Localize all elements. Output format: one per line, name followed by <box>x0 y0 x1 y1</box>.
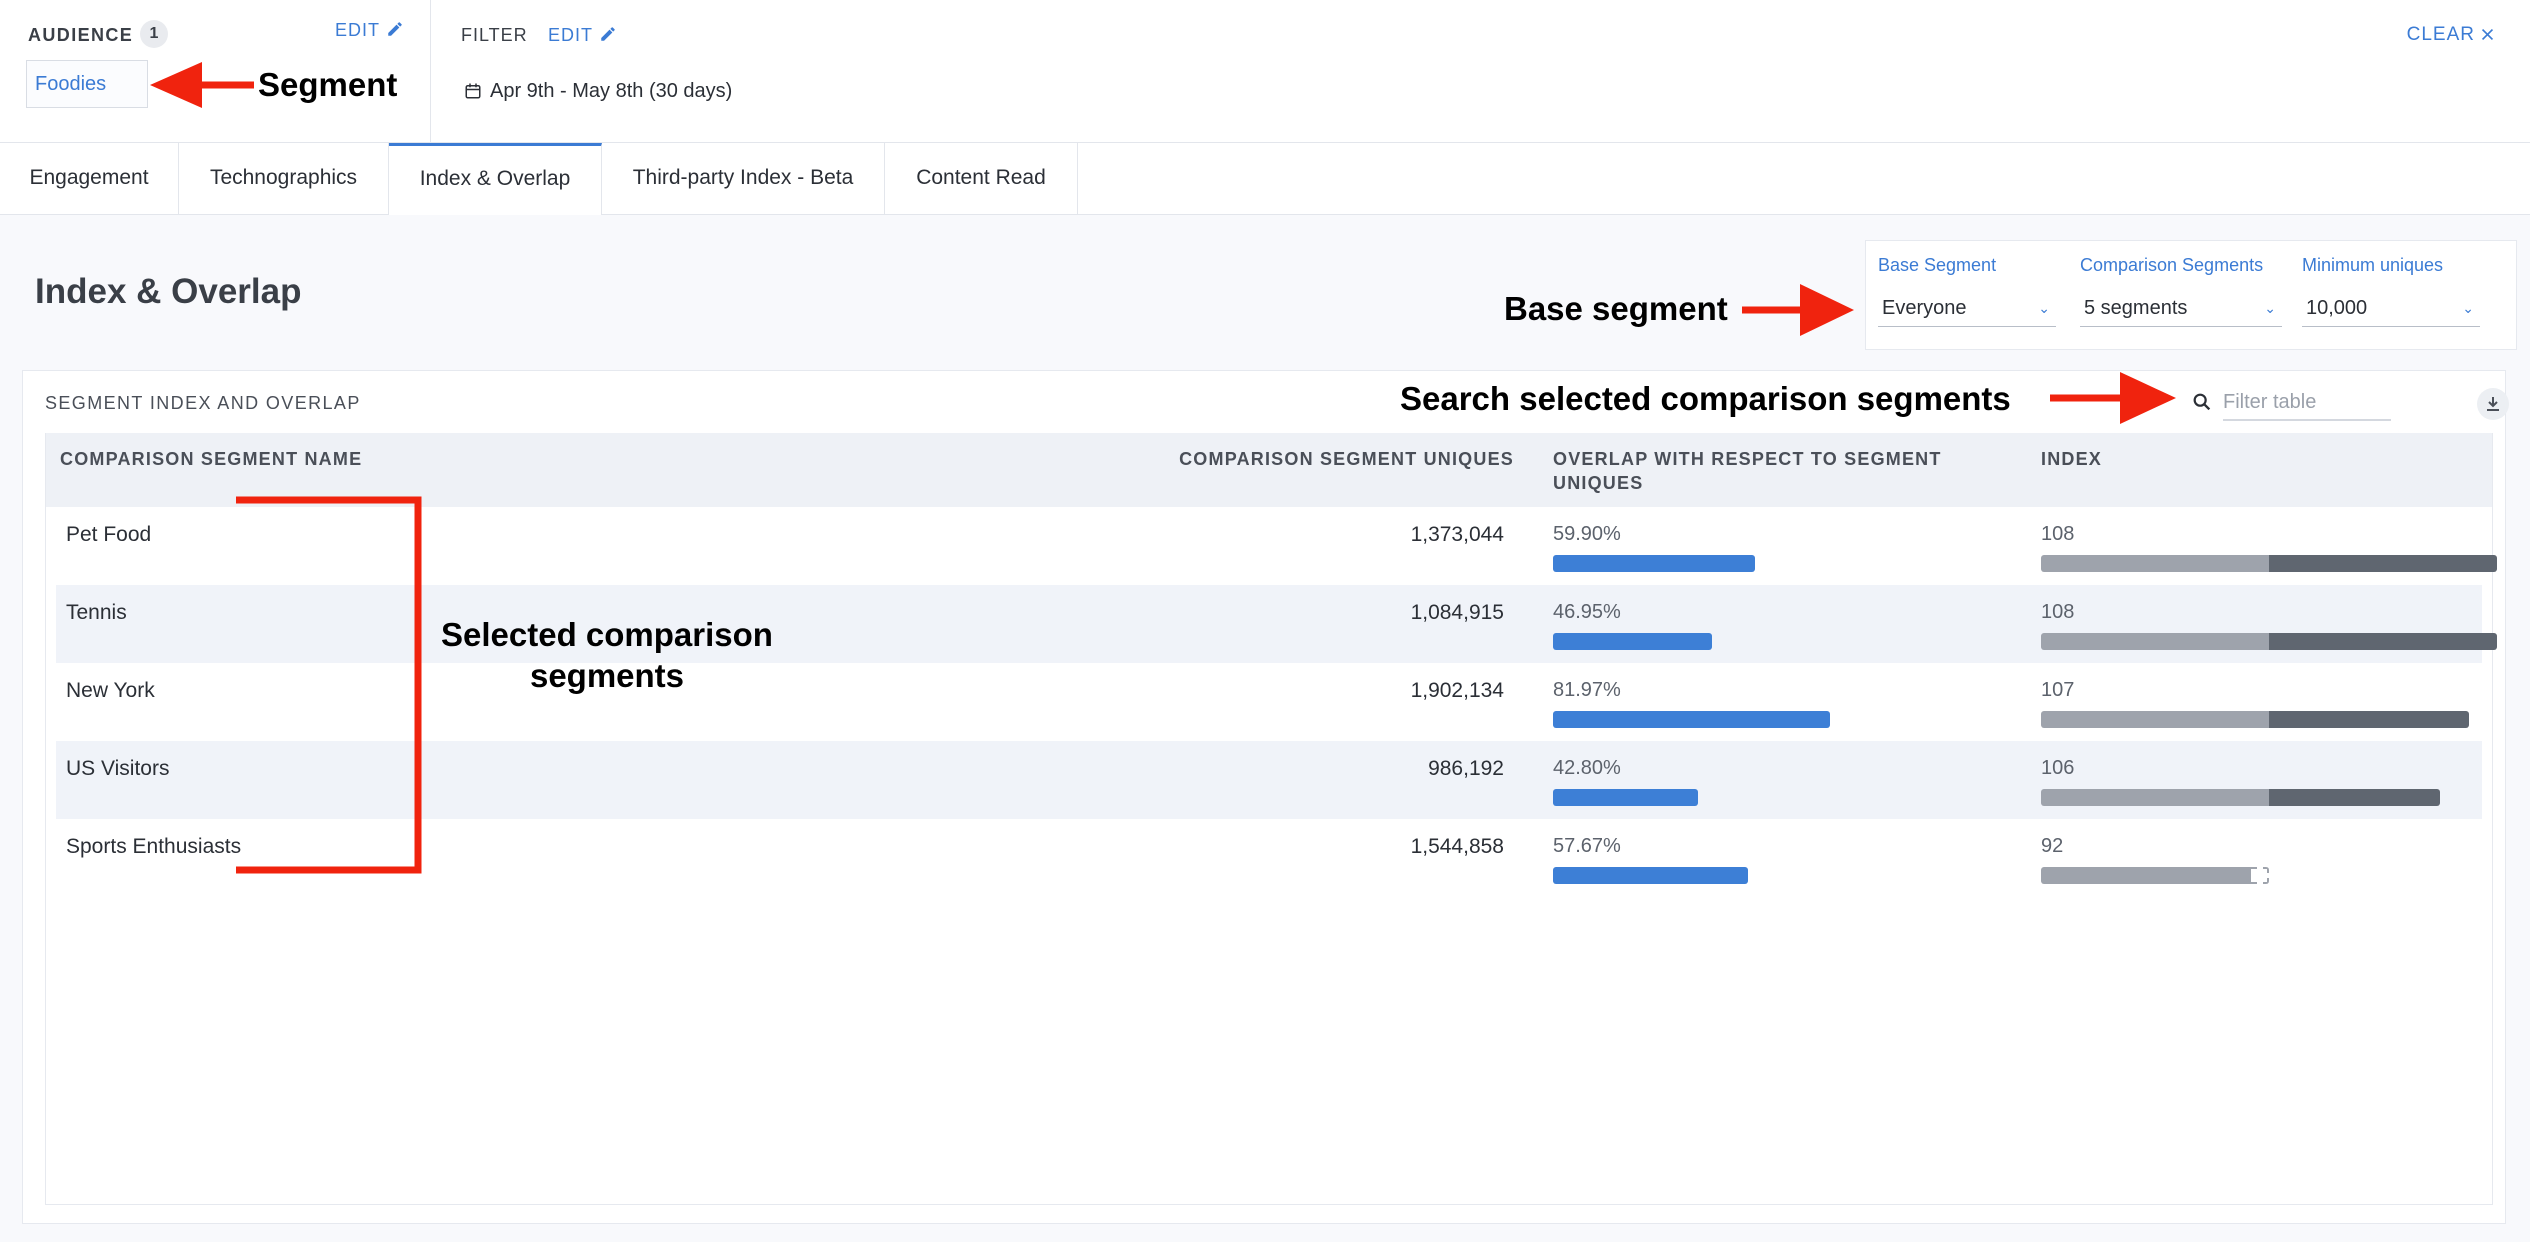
comparison-segments-select[interactable]: 5 segments ⌄ <box>2080 291 2282 327</box>
segment-controls: Base Segment Everyone ⌄ Comparison Segme… <box>1865 240 2517 350</box>
overlap-percent: 59.90% <box>1553 523 1621 545</box>
selected-segments-annotation-line1: Selected comparison <box>441 616 773 653</box>
edit-filter-button[interactable]: EDIT <box>548 25 617 46</box>
edit-audience-button[interactable]: EDIT <box>335 20 404 41</box>
segment-annotation-arrow <box>150 62 254 108</box>
divider <box>430 0 431 142</box>
segment-name: Sports Enthusiasts <box>66 835 242 858</box>
index-value: 92 <box>2041 835 2064 857</box>
chevron-down-icon: ⌄ <box>2264 300 2276 316</box>
index-bar <box>2041 633 2497 650</box>
index-bar <box>2041 555 2497 572</box>
segment-uniques: 986,192 <box>1428 757 1504 780</box>
tab-third-party-index[interactable]: Third-party Index - Beta <box>602 143 885 215</box>
clear-button[interactable]: CLEAR <box>2407 24 2496 46</box>
index-value: 108 <box>2041 601 2075 623</box>
overlap-bar <box>1553 555 1755 572</box>
download-icon <box>2487 397 2499 411</box>
overlap-percent: 46.95% <box>1553 601 1621 623</box>
filter-label: FILTER <box>461 25 528 45</box>
segment-uniques: 1,902,134 <box>1410 679 1504 702</box>
column-header-name[interactable]: COMPARISON SEGMENT NAME <box>60 447 362 471</box>
index-base-segment <box>2041 789 2269 806</box>
column-header-index[interactable]: INDEX <box>2041 447 2102 471</box>
page-title: Index & Overlap <box>35 272 302 311</box>
index-over-segment <box>2269 789 2440 806</box>
index-over-segment <box>2269 633 2497 650</box>
chevron-down-icon: ⌄ <box>2462 300 2474 316</box>
tab-technographics[interactable]: Technographics <box>179 143 389 215</box>
segment-uniques: 1,373,044 <box>1410 523 1504 546</box>
base-segment-annotation: Base segment <box>1504 290 1728 327</box>
panel-title: SEGMENT INDEX AND OVERLAP <box>45 393 361 413</box>
pencil-icon <box>388 22 402 36</box>
tab-content-read[interactable]: Content Read <box>885 143 1078 215</box>
column-header-overlap[interactable]: OVERLAP WITH RESPECT TO SEGMENT UNIQUES <box>1553 447 1973 495</box>
index-value: 106 <box>2041 757 2075 779</box>
base-segment-label: Base Segment <box>1878 255 1997 275</box>
index-over-segment <box>2269 711 2469 728</box>
overlap-percent: 42.80% <box>1553 757 1621 779</box>
index-bar <box>2041 789 2440 806</box>
chevron-down-icon: ⌄ <box>2038 300 2050 316</box>
index-over-segment <box>2269 555 2497 572</box>
index-bar <box>2041 711 2469 728</box>
pencil-icon <box>601 27 615 41</box>
index-base-segment <box>2041 867 2251 884</box>
index-value: 108 <box>2041 523 2075 545</box>
base-segment-annotation-arrow <box>1742 284 1854 336</box>
close-icon <box>2481 28 2494 41</box>
overlap-percent: 57.67% <box>1553 835 1621 857</box>
audience-segment-chip[interactable]: Foodies <box>26 60 148 108</box>
base-segment-value: Everyone <box>1882 297 1967 319</box>
column-header-uniques[interactable]: COMPARISON SEGMENT UNIQUES <box>1179 447 1514 471</box>
minimum-uniques-value: 10,000 <box>2306 297 2368 319</box>
search-annotation: Search selected comparison segments <box>1400 380 2011 417</box>
segment-uniques: 1,544,858 <box>1410 835 1504 858</box>
segment-name: Pet Food <box>66 523 152 546</box>
search-annotation-arrow <box>2050 372 2176 424</box>
index-bar <box>2041 867 2269 884</box>
download-button[interactable] <box>2477 388 2509 420</box>
edit-filter-label: EDIT <box>548 25 594 45</box>
minimum-uniques-select[interactable]: 10,000 ⌄ <box>2302 291 2480 327</box>
segment-uniques: 1,084,915 <box>1410 601 1504 624</box>
index-base-segment <box>2041 555 2269 572</box>
minimum-uniques-label: Minimum uniques <box>2302 255 2444 275</box>
edit-audience-label: EDIT <box>335 20 381 40</box>
overlap-percent: 81.97% <box>1553 679 1621 701</box>
date-range-text: Apr 9th - May 8th (30 days) <box>490 80 733 102</box>
date-range[interactable]: Apr 9th - May 8th (30 days) <box>464 80 732 103</box>
index-base-segment <box>2041 711 2269 728</box>
segment-annotation: Segment <box>258 66 398 103</box>
selected-segments-bracket <box>236 496 422 874</box>
index-under-gap <box>2251 867 2269 884</box>
segment-name: Tennis <box>66 601 127 624</box>
overlap-bar <box>1553 633 1712 650</box>
search-icon <box>2193 393 2211 411</box>
segment-name: US Visitors <box>66 757 170 780</box>
selected-segments-annotation: Selected comparison segments <box>437 614 777 696</box>
base-segment-select[interactable]: Everyone ⌄ <box>1878 291 2056 327</box>
selected-segments-annotation-line2: segments <box>529 657 685 694</box>
index-base-segment <box>2041 633 2269 650</box>
comparison-segments-value: 5 segments <box>2084 297 2188 319</box>
overlap-bar <box>1553 711 1830 728</box>
tab-bar: Engagement Technographics Index & Overla… <box>0 143 2530 215</box>
overlap-bar <box>1553 789 1698 806</box>
clear-label: CLEAR <box>2406 24 2475 45</box>
tab-index-overlap[interactable]: Index & Overlap <box>389 143 602 215</box>
comparison-segments-label: Comparison Segments <box>2080 255 2264 275</box>
calendar-icon <box>465 83 481 99</box>
overlap-bar <box>1553 867 1748 884</box>
index-value: 107 <box>2041 679 2075 701</box>
segment-name: New York <box>66 679 155 702</box>
audience-label: AUDIENCE <box>28 25 134 45</box>
tab-engagement[interactable]: Engagement <box>0 143 179 215</box>
audience-count-badge: 1 <box>140 20 168 48</box>
filter-table-input[interactable] <box>2223 385 2391 421</box>
